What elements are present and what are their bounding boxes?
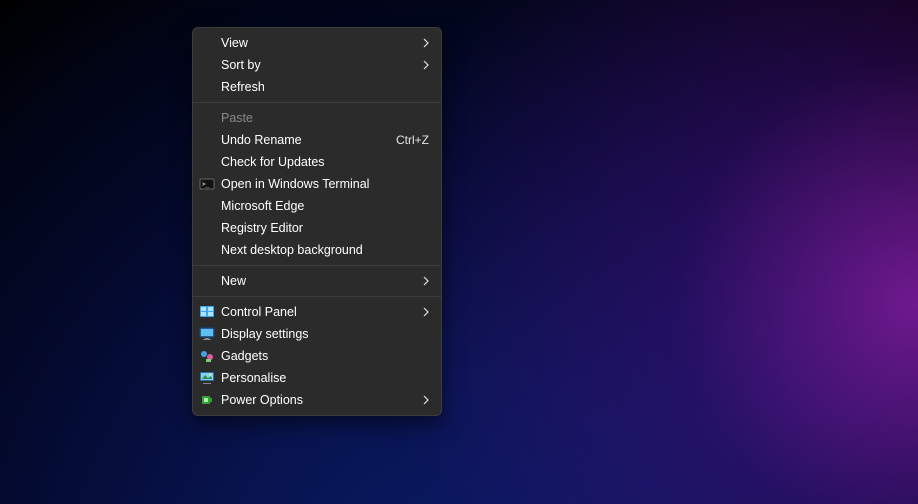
blank-icon (199, 273, 221, 289)
blank-icon (199, 220, 221, 236)
chevron-right-icon (423, 395, 429, 405)
menu-item-label: Undo Rename (221, 133, 386, 147)
desktop-wallpaper[interactable] (0, 0, 918, 504)
blank-icon (199, 154, 221, 170)
menu-item-label: Next desktop background (221, 243, 429, 257)
menu-item-control-panel[interactable]: Control Panel (193, 301, 441, 323)
menu-separator (193, 102, 441, 103)
menu-item-registry-editor[interactable]: Registry Editor (193, 217, 441, 239)
menu-item-label: View (221, 36, 423, 50)
menu-item-label: Control Panel (221, 305, 423, 319)
menu-item-label: Gadgets (221, 349, 429, 363)
menu-item-label: Registry Editor (221, 221, 429, 235)
menu-item-check-updates[interactable]: Check for Updates (193, 151, 441, 173)
gadgets-icon (199, 348, 221, 364)
menu-item-label: Check for Updates (221, 155, 429, 169)
menu-item-undo-rename[interactable]: Undo Rename Ctrl+Z (193, 129, 441, 151)
svg-text:>_: >_ (202, 181, 210, 188)
blank-icon (199, 242, 221, 258)
display-icon (199, 326, 221, 342)
menu-item-label: Power Options (221, 393, 423, 407)
menu-item-ms-edge[interactable]: Microsoft Edge (193, 195, 441, 217)
menu-item-display-settings[interactable]: Display settings (193, 323, 441, 345)
desktop-context-menu: View Sort by Refresh Paste Undo Rename C… (192, 27, 442, 416)
terminal-icon: >_ (199, 176, 221, 192)
blank-icon (199, 198, 221, 214)
menu-item-gadgets[interactable]: Gadgets (193, 345, 441, 367)
menu-item-open-terminal[interactable]: >_ Open in Windows Terminal (193, 173, 441, 195)
menu-separator (193, 296, 441, 297)
menu-item-label: Display settings (221, 327, 429, 341)
blank-icon (199, 79, 221, 95)
chevron-right-icon (423, 307, 429, 317)
menu-item-label: Sort by (221, 58, 423, 72)
menu-item-new[interactable]: New (193, 270, 441, 292)
blank-icon (199, 132, 221, 148)
chevron-right-icon (423, 60, 429, 70)
menu-item-label: Personalise (221, 371, 429, 385)
menu-item-view[interactable]: View (193, 32, 441, 54)
menu-item-next-bg[interactable]: Next desktop background (193, 239, 441, 261)
menu-item-paste: Paste (193, 107, 441, 129)
power-icon (199, 392, 221, 408)
menu-item-sort-by[interactable]: Sort by (193, 54, 441, 76)
menu-item-label: New (221, 274, 423, 288)
menu-item-label: Paste (221, 111, 429, 125)
blank-icon (199, 110, 221, 126)
menu-item-label: Refresh (221, 80, 429, 94)
menu-item-personalise[interactable]: Personalise (193, 367, 441, 389)
blank-icon (199, 57, 221, 73)
menu-separator (193, 265, 441, 266)
menu-item-label: Microsoft Edge (221, 199, 429, 213)
chevron-right-icon (423, 276, 429, 286)
chevron-right-icon (423, 38, 429, 48)
menu-item-power-options[interactable]: Power Options (193, 389, 441, 411)
blank-icon (199, 35, 221, 51)
menu-item-refresh[interactable]: Refresh (193, 76, 441, 98)
menu-item-label: Open in Windows Terminal (221, 177, 429, 191)
control-panel-icon (199, 304, 221, 320)
menu-item-shortcut: Ctrl+Z (386, 133, 429, 147)
personalise-icon (199, 370, 221, 386)
